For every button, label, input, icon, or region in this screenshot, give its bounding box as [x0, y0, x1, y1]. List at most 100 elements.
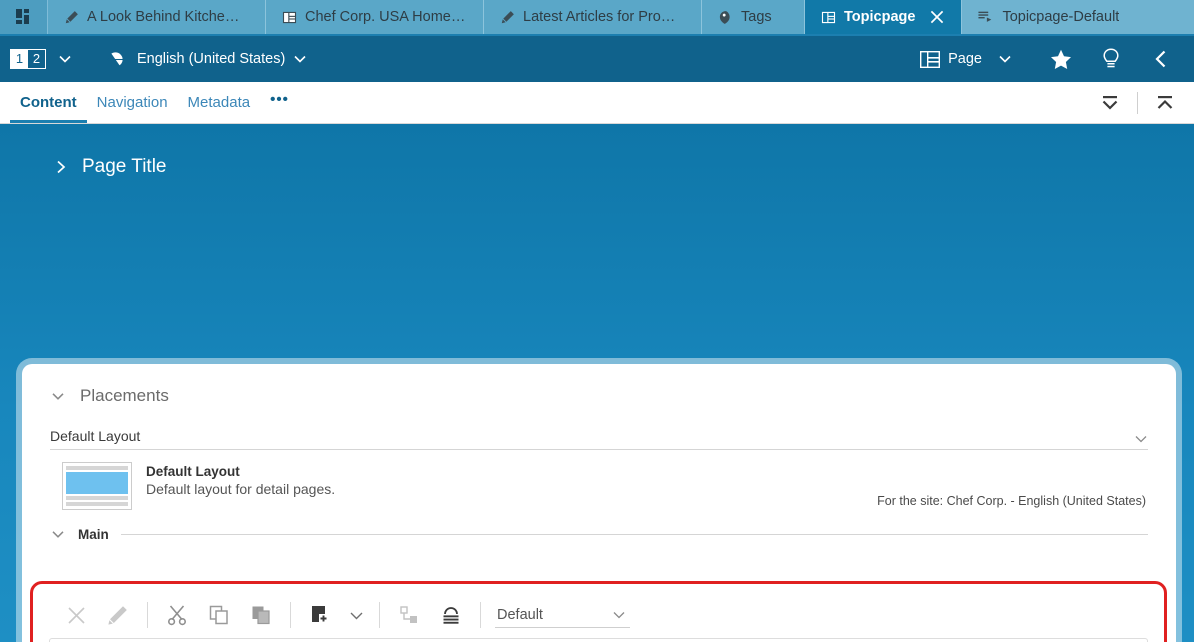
page-menu-chevron-down-icon[interactable]	[990, 44, 1020, 74]
tab-label: Topicpage-Default	[1002, 9, 1119, 25]
view-select-value: Default	[497, 607, 543, 623]
chevron-down-icon[interactable]	[50, 526, 66, 542]
copy-icon	[208, 604, 230, 626]
tab-content-label: Content	[20, 94, 77, 111]
page-icon	[282, 10, 297, 25]
content-toolbar: Default	[49, 592, 1148, 638]
chevron-down-icon	[612, 610, 626, 620]
highlighted-content-area: Default ▶	[30, 581, 1167, 642]
page-icon	[920, 51, 940, 68]
placements-heading: Placements	[80, 386, 169, 406]
tab-metadata[interactable]: Metadata	[178, 82, 261, 123]
main-label: Main	[78, 527, 109, 542]
pencil-icon	[500, 10, 515, 25]
divider	[379, 602, 380, 628]
layout-field-label: Default Layout	[50, 428, 140, 444]
chevron-down-icon[interactable]	[50, 388, 66, 404]
tab-a-look-behind-kitchen[interactable]: A Look Behind Kitche…	[48, 0, 266, 34]
tab-label: Topicpage	[844, 9, 915, 25]
collapse-panel-button[interactable]	[1142, 40, 1180, 78]
tab-navigation-label: Navigation	[97, 94, 168, 111]
page-title-section[interactable]: Page Title	[0, 124, 1194, 178]
cut-button[interactable]	[156, 595, 198, 635]
lock-button[interactable]	[430, 595, 472, 635]
page-title: Page Title	[82, 156, 167, 178]
tab-topicpage[interactable]: Topicpage	[805, 0, 962, 34]
edit-button[interactable]	[97, 595, 139, 635]
divider	[147, 602, 148, 628]
collapse-all-button[interactable]	[1089, 82, 1131, 124]
link-structure-button[interactable]	[388, 595, 430, 635]
scissors-icon	[166, 604, 188, 626]
chevron-right-icon[interactable]	[54, 159, 68, 175]
page-menu-button[interactable]: Page	[920, 44, 1020, 74]
version-dropdown-chevron-down-icon[interactable]	[50, 44, 80, 74]
tab-label: Tags	[741, 9, 772, 25]
paste-plus-icon	[309, 604, 331, 626]
version-current: 1	[11, 50, 28, 68]
tab-more-button[interactable]: •••	[260, 82, 299, 123]
view-select[interactable]: Default	[495, 603, 630, 628]
paste-special-button[interactable]	[299, 595, 341, 635]
tab-label: A Look Behind Kitche…	[87, 9, 239, 25]
expand-all-icon	[1154, 93, 1176, 113]
form-tab-strip-actions	[1089, 82, 1194, 123]
divider	[290, 602, 291, 628]
pencil-icon	[107, 604, 129, 626]
page-icon	[821, 10, 836, 25]
tab-chef-corp-usa-home[interactable]: Chef Corp. USA Home…	[266, 0, 484, 34]
paste-button[interactable]	[240, 595, 282, 635]
close-icon[interactable]	[929, 9, 945, 25]
tab-navigation[interactable]: Navigation	[87, 82, 178, 123]
app-header-toolbar: 1 2 English (United States)	[0, 36, 1194, 82]
favorite-button[interactable]	[1042, 40, 1080, 78]
collapse-all-icon	[1099, 93, 1121, 113]
browser-tab-bar: A Look Behind Kitche… Chef Corp. USA Hom…	[0, 0, 1194, 36]
tab-label: Chef Corp. USA Home…	[305, 9, 465, 25]
expand-all-button[interactable]	[1144, 82, 1186, 124]
star-icon	[1050, 49, 1072, 70]
tab-label: Latest Articles for Pro…	[523, 9, 675, 25]
main-section-header[interactable]: Main	[50, 526, 1148, 542]
lightbulb-icon	[1101, 48, 1121, 70]
form-tab-strip: Content Navigation Metadata •••	[0, 82, 1194, 124]
version-other: 2	[28, 50, 45, 68]
chevron-left-icon	[1152, 49, 1170, 69]
home-dashboard-button[interactable]	[0, 0, 48, 34]
hierarchy-icon	[399, 605, 419, 625]
remove-button[interactable]	[55, 595, 97, 635]
close-x-icon	[66, 605, 87, 626]
dashboard-icon	[16, 9, 32, 25]
tab-topicpage-default[interactable]: Topicpage-Default	[962, 0, 1194, 34]
language-dropdown-chevron-down-icon[interactable]	[285, 44, 315, 74]
layout-thumbnail-icon	[62, 462, 132, 510]
tag-icon	[718, 10, 733, 25]
lock-icon	[441, 605, 461, 626]
divider	[121, 534, 1148, 535]
layout-name: Default Layout	[146, 464, 335, 479]
template-icon	[978, 10, 994, 24]
divider	[480, 602, 481, 628]
editor-body: Page Title Placements Default Layout	[0, 124, 1194, 642]
tab-content[interactable]: Content	[10, 82, 87, 123]
copy-button[interactable]	[198, 595, 240, 635]
chevron-down-icon	[349, 610, 364, 621]
pencil-icon	[64, 10, 79, 25]
paste-icon	[250, 604, 272, 626]
hint-button[interactable]	[1092, 40, 1130, 78]
content-list: ▶ Topicpage-Default	[49, 638, 1148, 642]
version-indicator[interactable]: 1 2	[10, 49, 46, 69]
placements-section-header[interactable]: Placements	[50, 386, 1148, 406]
language-label: English (United States)	[137, 51, 285, 67]
globe-icon	[106, 50, 125, 69]
paste-dropdown-button[interactable]	[341, 595, 371, 635]
layout-description: Default layout for detail pages.	[146, 481, 335, 497]
more-ellipsis-label: •••	[270, 91, 289, 108]
layout-field[interactable]: Default Layout	[50, 428, 1148, 450]
layout-field-chevron-down-icon[interactable]	[1134, 434, 1148, 444]
divider	[1137, 92, 1138, 114]
tab-latest-articles-for-pro[interactable]: Latest Articles for Pro…	[484, 0, 702, 34]
page-menu-label: Page	[948, 51, 982, 67]
tab-tags[interactable]: Tags	[702, 0, 805, 34]
tab-metadata-label: Metadata	[188, 94, 251, 111]
